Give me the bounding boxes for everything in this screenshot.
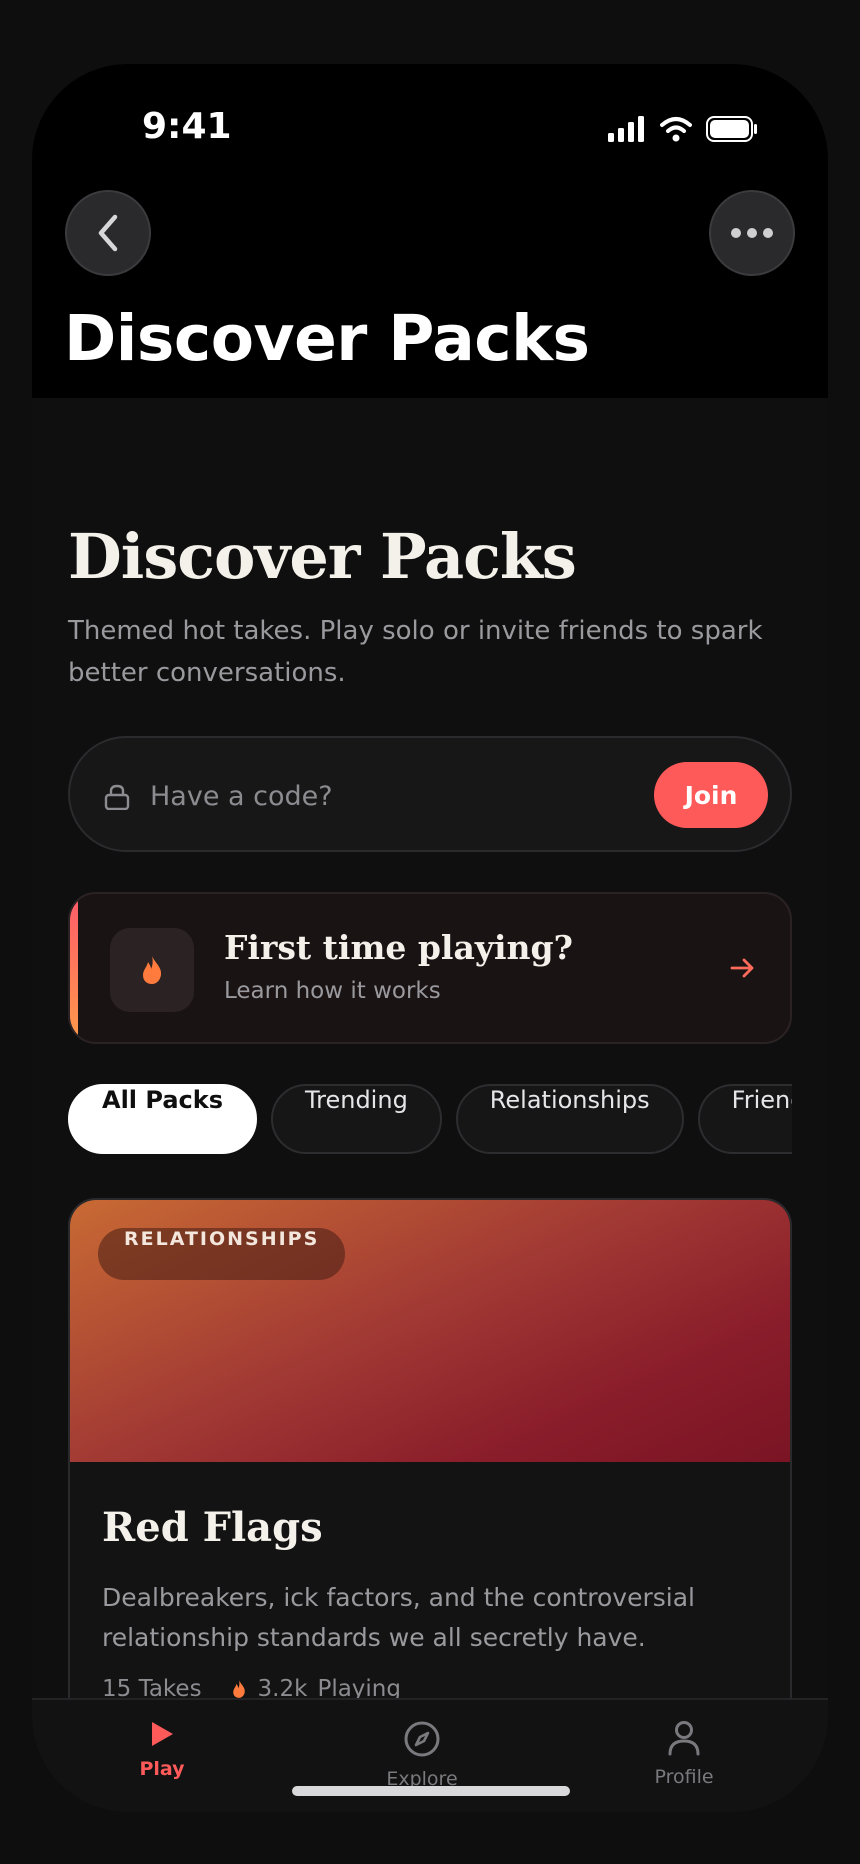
filter-chips: All PacksTrendingRelationshipsFriendship…	[68, 1084, 792, 1156]
pack-description: Dealbreakers, ick factors, and the contr…	[102, 1583, 695, 1652]
flame-badge	[110, 928, 194, 1012]
pack-title: Red Flags	[102, 1504, 323, 1551]
arrow-right-icon	[730, 958, 754, 978]
tab-play[interactable]: Play	[92, 1720, 232, 1780]
signal-icon	[608, 116, 644, 142]
page-subtitle: Themed hot takes. Play solo or invite fr…	[68, 616, 763, 688]
chip-trending[interactable]: Trending	[271, 1084, 442, 1154]
chip-all-packs[interactable]: All Packs	[68, 1084, 257, 1154]
more-button[interactable]	[709, 190, 795, 276]
status-icons	[608, 116, 758, 142]
nav-title: Discover Packs	[64, 302, 590, 375]
code-entry: Join	[68, 736, 792, 852]
status-time: 9:41	[142, 106, 232, 147]
tab-profile[interactable]: Profile	[614, 1720, 754, 1788]
wifi-icon	[660, 117, 692, 142]
back-button[interactable]	[65, 190, 151, 276]
pack-card[interactable]: RELATIONSHIPS Red Flags Dealbreakers, ic…	[68, 1198, 792, 1758]
chip-relationships[interactable]: Relationships	[455, 1084, 684, 1154]
page-title: Discover Packs	[68, 520, 577, 593]
person-icon	[668, 1721, 700, 1756]
top-bar: 9:41 Discover Packs	[32, 64, 828, 398]
chevron-left-icon	[98, 214, 118, 252]
accent-bar	[70, 894, 78, 1042]
pack-hero-image: RELATIONSHIPS	[70, 1200, 790, 1462]
phone-frame: 9:41 Discover Packs Discover Packs Theme…	[32, 64, 828, 1812]
tab-explore[interactable]: Explore	[352, 1720, 492, 1790]
first-time-subtitle: Learn how it works	[224, 978, 441, 1004]
play-icon	[152, 1722, 173, 1746]
lock-icon	[104, 784, 130, 810]
battery-icon	[706, 116, 757, 142]
first-time-title: First time playing?	[224, 928, 573, 967]
ellipsis-icon	[731, 228, 773, 238]
flame-icon	[143, 956, 162, 984]
chip-friendships[interactable]: Friendships	[697, 1084, 792, 1154]
compass-icon	[404, 1721, 440, 1757]
home-indicator[interactable]	[292, 1786, 570, 1796]
first-time-card[interactable]: First time playing? Learn how it works	[68, 892, 792, 1044]
tab-profile-label: Profile	[654, 1766, 714, 1788]
flame-icon	[232, 1680, 245, 1698]
code-input[interactable]	[150, 768, 620, 824]
join-button[interactable]: Join	[654, 762, 768, 828]
pack-category-tag: RELATIONSHIPS	[98, 1228, 346, 1280]
tab-play-label: Play	[139, 1758, 185, 1780]
